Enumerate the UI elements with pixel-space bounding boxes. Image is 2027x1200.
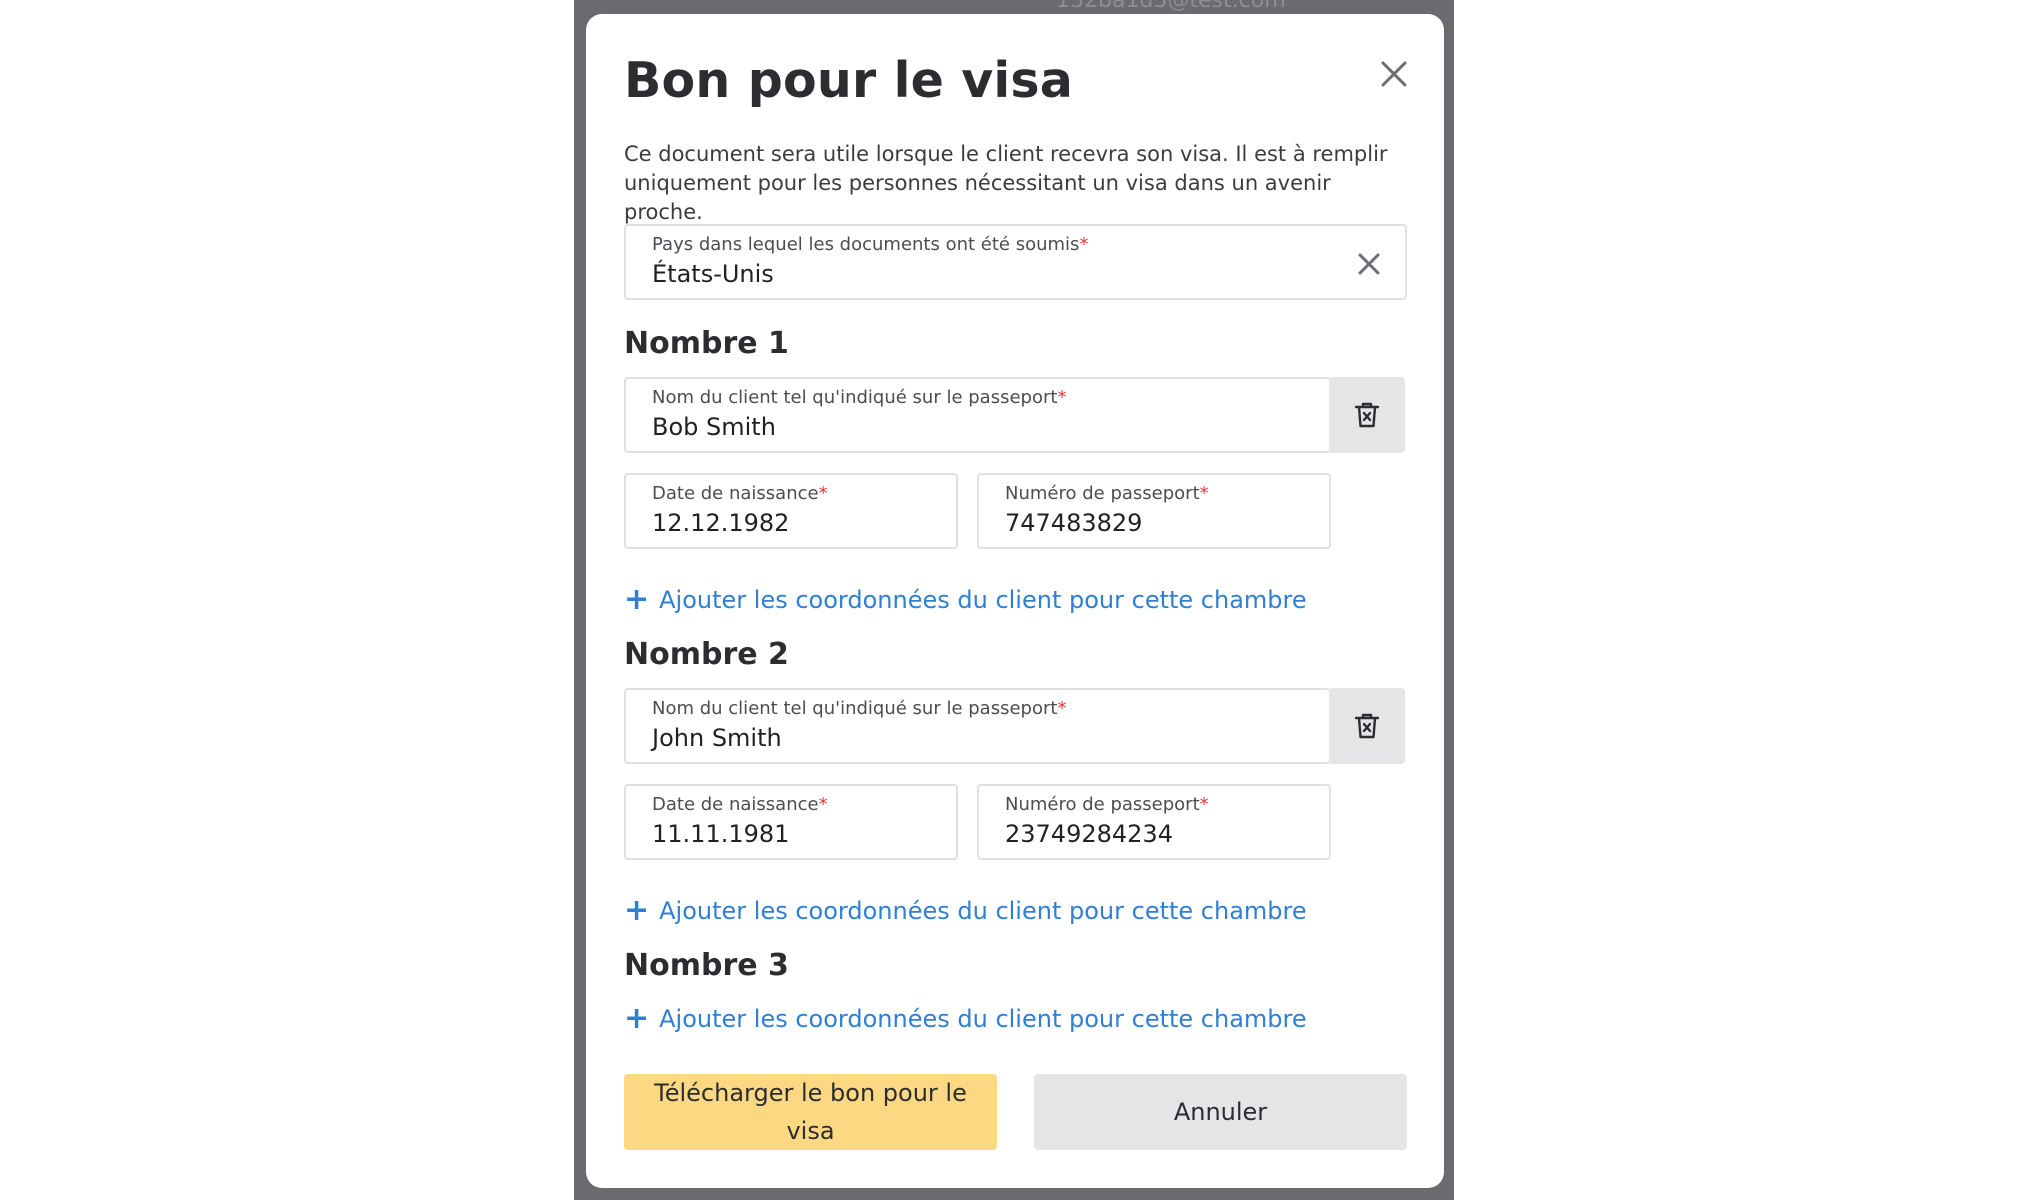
room-3-title: Nombre 3 [624, 948, 789, 983]
room-2-delete-button[interactable] [1329, 688, 1405, 764]
plus-icon: + [624, 893, 650, 928]
clear-country-button[interactable] [1355, 250, 1383, 278]
room-1-name-field[interactable]: Nom du client tel qu'indiqué sur le pass… [624, 377, 1331, 453]
room-2-passport-label: Numéro de passeport* [1005, 794, 1209, 815]
country-field-label: Pays dans lequel les documents ont été s… [652, 234, 1089, 255]
room-1-passport-value: 747483829 [1005, 509, 1143, 537]
room-3-add-client-link[interactable]: + Ajouter les coordonnées du client pour … [624, 1000, 1307, 1036]
dialog-title: Bon pour le visa [624, 52, 1074, 109]
close-button[interactable] [1372, 52, 1416, 96]
room-2-title: Nombre 2 [624, 637, 789, 672]
plus-icon: + [624, 1001, 650, 1036]
visa-voucher-dialog: Bon pour le visa Ce document sera utile … [586, 14, 1444, 1188]
country-field-value: États-Unis [652, 260, 774, 288]
room-1-passport-label: Numéro de passeport* [1005, 483, 1209, 504]
room-2-name-value: John Smith [652, 724, 782, 752]
trash-icon [1354, 713, 1380, 739]
room-2-passport-field[interactable]: Numéro de passeport* 23749284234 [977, 784, 1331, 860]
country-field[interactable]: Pays dans lequel les documents ont été s… [624, 224, 1407, 300]
room-2-dob-value: 11.11.1981 [652, 820, 790, 848]
room-2-add-client-link[interactable]: + Ajouter les coordonnées du client pour … [624, 892, 1307, 928]
trash-icon [1354, 402, 1380, 428]
clear-icon [1358, 253, 1380, 275]
room-2-dob-field[interactable]: Date de naissance* 11.11.1981 [624, 784, 958, 860]
room-2-dob-label: Date de naissance* [652, 794, 828, 815]
room-2-passport-value: 23749284234 [1005, 820, 1173, 848]
room-1-dob-value: 12.12.1982 [652, 509, 790, 537]
download-visa-voucher-button[interactable]: Télécharger le bon pour le visa [624, 1074, 997, 1150]
dialog-description: Ce document sera utile lorsque le client… [624, 142, 1388, 224]
room-2-name-label: Nom du client tel qu'indiqué sur le pass… [652, 698, 1067, 719]
room-1-title: Nombre 1 [624, 326, 789, 361]
background-email-text: 132ba1d3@test.com [1056, 0, 1286, 13]
room-1-name-label: Nom du client tel qu'indiqué sur le pass… [652, 387, 1067, 408]
close-icon [1381, 61, 1407, 87]
room-1-delete-button[interactable] [1329, 377, 1405, 453]
cancel-button[interactable]: Annuler [1034, 1074, 1407, 1150]
room-1-passport-field[interactable]: Numéro de passeport* 747483829 [977, 473, 1331, 549]
room-1-name-value: Bob Smith [652, 413, 776, 441]
room-1-dob-field[interactable]: Date de naissance* 12.12.1982 [624, 473, 958, 549]
plus-icon: + [624, 582, 650, 617]
room-1-add-client-link[interactable]: + Ajouter les coordonnées du client pour … [624, 581, 1307, 617]
room-2-name-field[interactable]: Nom du client tel qu'indiqué sur le pass… [624, 688, 1331, 764]
room-1-dob-label: Date de naissance* [652, 483, 828, 504]
